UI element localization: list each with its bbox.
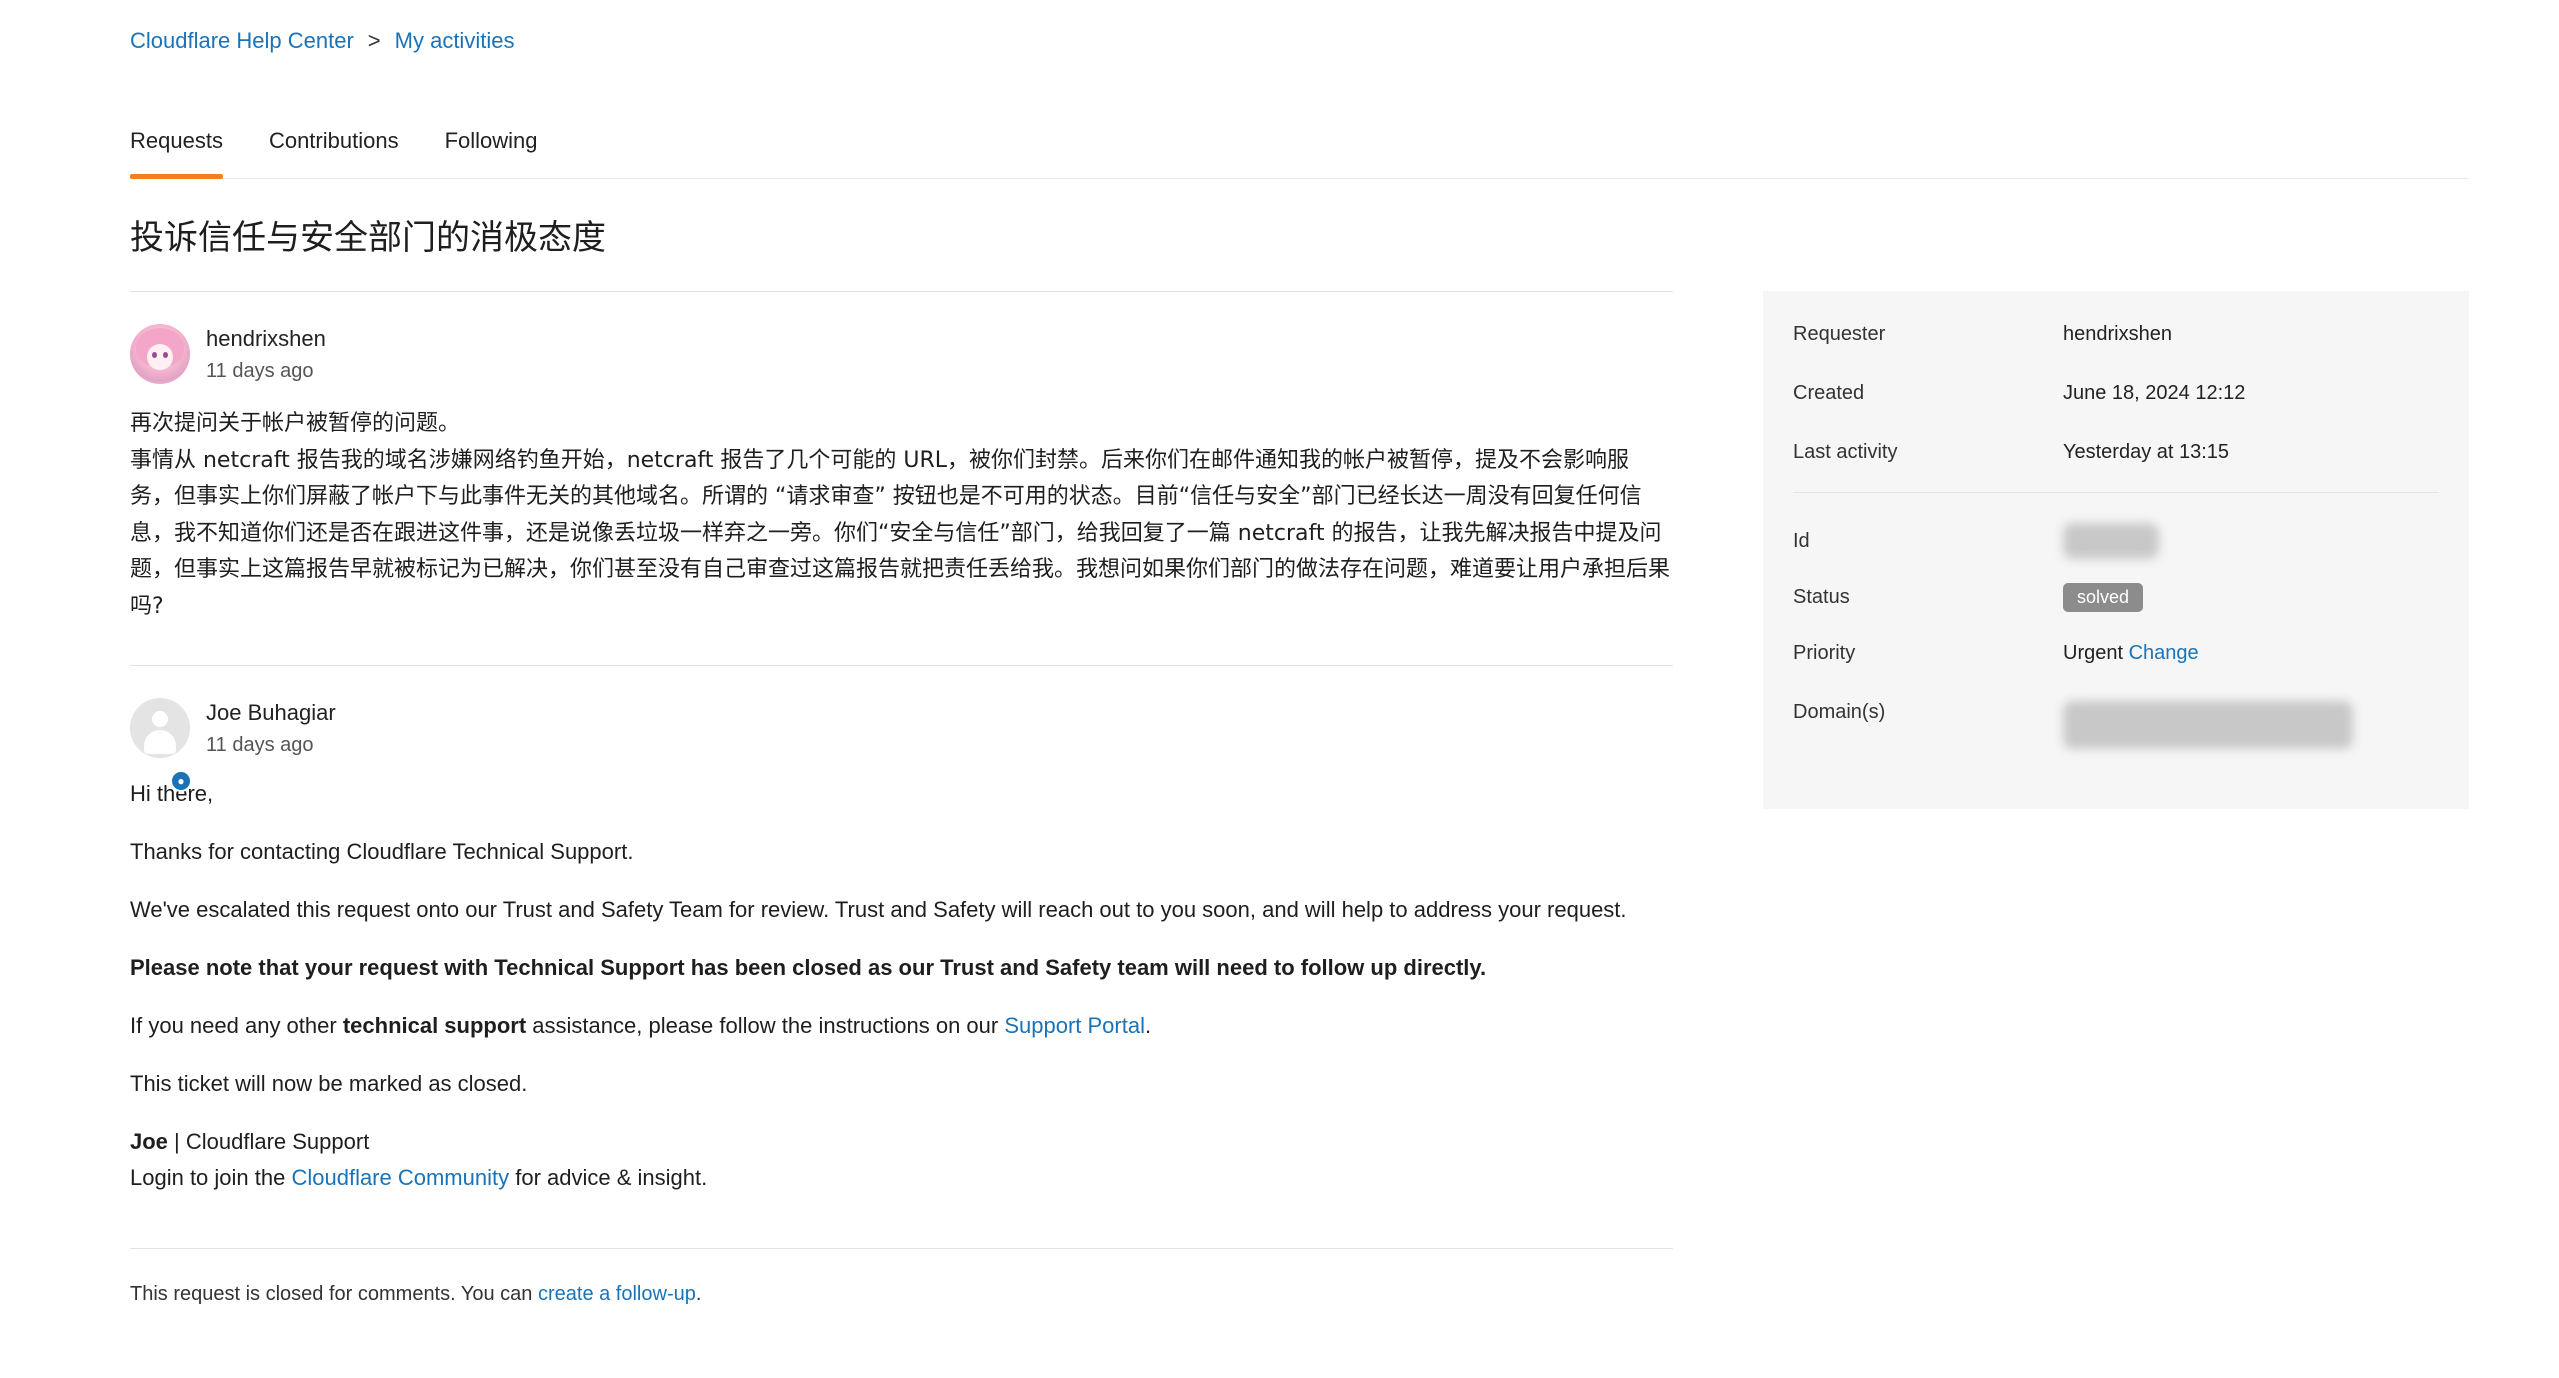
- breadcrumb-separator: >: [367, 28, 381, 53]
- text: for advice & insight.: [509, 1165, 708, 1190]
- text: .: [695, 1283, 702, 1305]
- agent-badge-icon: ●: [170, 770, 192, 792]
- comment-author: hendrixshen 11 days ago: [130, 324, 1673, 384]
- text: Login to join the: [130, 1165, 292, 1190]
- closed-notice-text: This request is closed for comments. You…: [130, 1283, 538, 1305]
- meta-created: Created June 18, 2024 12:12: [1793, 382, 2439, 405]
- comment-timestamp: 11 days ago: [206, 734, 314, 756]
- meta-label: Status: [1793, 586, 1850, 608]
- breadcrumb-home-link[interactable]: Cloudflare Help Center: [130, 28, 354, 54]
- signature-name: Joe: [130, 1129, 168, 1154]
- author-name: Joe Buhagiar: [206, 700, 336, 725]
- activity-tabs: Requests Contributions Following: [130, 118, 2468, 179]
- meta-label: Id: [1793, 529, 1810, 552]
- comment-paragraph: 再次提问关于帐户被暂停的问题。: [130, 411, 461, 436]
- meta-status: Status solved: [1793, 583, 2439, 612]
- divider: [130, 291, 1673, 292]
- divider: [130, 1248, 1673, 1249]
- meta-label: Domain(s): [1793, 701, 1886, 723]
- closed-notice: This request is closed for comments. You…: [130, 1283, 1673, 1306]
- support-portal-link[interactable]: Support Portal: [1004, 1013, 1145, 1038]
- request-thread: hendrixshen 11 days ago 再次提问关于帐户被暂停的问题。 …: [130, 291, 1673, 1306]
- meta-domains: Domain(s): [1793, 701, 2439, 749]
- text: assistance, please follow the instructio…: [526, 1013, 1005, 1038]
- breadcrumb-current-link[interactable]: My activities: [395, 28, 515, 54]
- comment-paragraph: 事情从 netcraft 报告我的域名涉嫌网络钓鱼开始，netcraft 报告了…: [130, 447, 1671, 619]
- comment-paragraph: Thanks for contacting Cloudflare Technic…: [130, 839, 634, 864]
- meta-label: Last activity: [1793, 441, 1898, 463]
- avatar: [130, 698, 190, 758]
- important-note: Please note that your request with Techn…: [130, 955, 1487, 980]
- community-link[interactable]: Cloudflare Community: [291, 1165, 509, 1190]
- created-value: June 18, 2024 12:12: [2063, 382, 2246, 404]
- requester-value: hendrixshen: [2063, 323, 2172, 345]
- signature: Joe | Cloudflare Support Login to join t…: [130, 1124, 1673, 1196]
- meta-label: Priority: [1793, 642, 1856, 664]
- meta-last-activity: Last activity Yesterday at 13:15: [1793, 441, 2439, 464]
- signature-org: | Cloudflare Support: [167, 1129, 370, 1154]
- comment-paragraph: Please note that your request with Techn…: [130, 950, 1673, 986]
- create-follow-up-link[interactable]: create a follow-up: [538, 1283, 696, 1305]
- divider: [130, 665, 1673, 666]
- status-badge: solved: [2063, 583, 2144, 612]
- divider: [1793, 492, 2439, 493]
- priority-value: Urgent: [2063, 642, 2124, 664]
- comment-paragraph: If you need any other technical support …: [130, 1008, 1673, 1044]
- comment: hendrixshen 11 days ago 再次提问关于帐户被暂停的问题。 …: [130, 324, 1673, 625]
- id-value-redacted: [2063, 523, 2159, 559]
- meta-id: Id: [1793, 523, 2439, 559]
- text-bold: technical support: [342, 1013, 527, 1038]
- comment-timestamp: 11 days ago: [206, 360, 314, 382]
- meta-label: Requester: [1793, 323, 1886, 345]
- text: If you need any other: [130, 1013, 343, 1038]
- text: .: [1144, 1013, 1152, 1038]
- tab-requests[interactable]: Requests: [130, 118, 223, 179]
- domains-value-redacted: [2063, 701, 2353, 749]
- comment: ● Joe Buhagiar 11 days ago Hi there, Tha…: [130, 698, 1673, 1196]
- meta-label: Created: [1793, 382, 1865, 404]
- author-name: hendrixshen: [206, 326, 326, 351]
- last-activity-value: Yesterday at 13:15: [2063, 441, 2230, 463]
- comment-paragraph: This ticket will now be marked as closed…: [130, 1071, 528, 1096]
- comment-paragraph: We've escalated this request onto our Tr…: [130, 897, 1627, 922]
- tab-contributions[interactable]: Contributions: [269, 118, 399, 178]
- meta-priority: Priority Urgent Change: [1793, 642, 2439, 665]
- comment-body: 再次提问关于帐户被暂停的问题。 事情从 netcraft 报告我的域名涉嫌网络钓…: [130, 406, 1673, 625]
- comment-body: Hi there, Thanks for contacting Cloudfla…: [130, 776, 1673, 1196]
- breadcrumb: Cloudflare Help Center > My activities: [130, 28, 514, 54]
- avatar: [130, 324, 190, 384]
- request-details-sidebar: Requester hendrixshen Created June 18, 2…: [1763, 291, 2469, 809]
- meta-requester: Requester hendrixshen: [1793, 323, 2439, 346]
- change-priority-link[interactable]: Change: [2129, 642, 2199, 664]
- comment-paragraph: Hi there,: [130, 781, 214, 806]
- comment-author: ● Joe Buhagiar 11 days ago: [130, 698, 1673, 792]
- tab-following[interactable]: Following: [445, 118, 538, 178]
- page-title: 投诉信任与安全部门的消极态度: [130, 219, 606, 257]
